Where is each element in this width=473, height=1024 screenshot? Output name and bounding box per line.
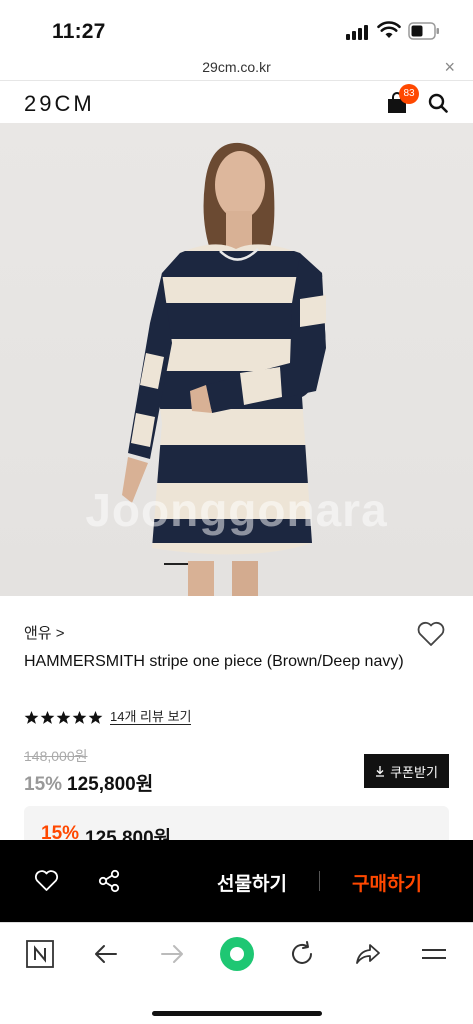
star-icon [56, 710, 71, 724]
review-link[interactable]: 14개 리뷰 보기 [110, 709, 192, 725]
product-name: HAMMERSMITH stripe one piece (Brown/Deep… [24, 653, 404, 670]
browser-url-bar[interactable]: 29cm.co.kr × [0, 58, 473, 80]
star-icon [40, 710, 55, 724]
rating-row: 14개 리뷰 보기 [24, 707, 192, 727]
download-icon [376, 765, 385, 777]
search-icon[interactable] [428, 93, 448, 113]
status-bar: 11:27 [0, 0, 473, 58]
green-dot-icon[interactable] [219, 936, 255, 972]
coupon-label: 쿠폰받기 [390, 764, 438, 780]
final-price: 125,800원 [67, 774, 154, 795]
site-header: 29CM 83 [0, 81, 473, 123]
star-rating [24, 710, 103, 725]
browser-toolbar [0, 922, 473, 1024]
divider [319, 871, 320, 891]
cellular-signal-icon [346, 24, 370, 40]
wifi-icon [377, 21, 401, 38]
carousel-indicator [164, 563, 188, 565]
forward-arrow-icon[interactable] [157, 939, 187, 969]
share-arrow-icon[interactable] [353, 939, 383, 969]
watermark: Joonggonara [85, 484, 388, 536]
brand-link[interactable]: 앤유 > [24, 622, 65, 643]
close-icon[interactable]: × [444, 58, 455, 76]
star-icon [24, 710, 39, 724]
product-image[interactable]: Joonggonara [0, 123, 473, 596]
battery-icon [408, 22, 439, 40]
back-arrow-icon[interactable] [91, 939, 121, 969]
refresh-icon[interactable] [287, 939, 317, 969]
cart-count-badge: 83 [399, 84, 419, 104]
star-icon [72, 710, 87, 724]
price-row: 15% 125,800원 [24, 769, 153, 796]
gift-button[interactable]: 선물하기 [196, 869, 308, 896]
purchase-action-bar: 선물하기 구매하기 [0, 840, 473, 922]
buy-button[interactable]: 구매하기 [334, 869, 440, 896]
heart-icon[interactable] [416, 620, 446, 648]
star-icon [88, 710, 103, 724]
original-price: 148,000원 [24, 748, 88, 764]
heart-icon[interactable] [34, 869, 59, 892]
logo[interactable]: 29CM [24, 91, 95, 117]
coupon-button[interactable]: 쿠폰받기 [364, 754, 449, 788]
url-text[interactable]: 29cm.co.kr [0, 59, 473, 75]
share-icon[interactable] [97, 869, 121, 893]
menu-icon[interactable] [419, 939, 449, 969]
discount-rate: 15% [24, 774, 63, 795]
naver-home-icon[interactable] [25, 939, 55, 969]
status-time: 11:27 [52, 20, 106, 43]
home-indicator [152, 1011, 322, 1016]
